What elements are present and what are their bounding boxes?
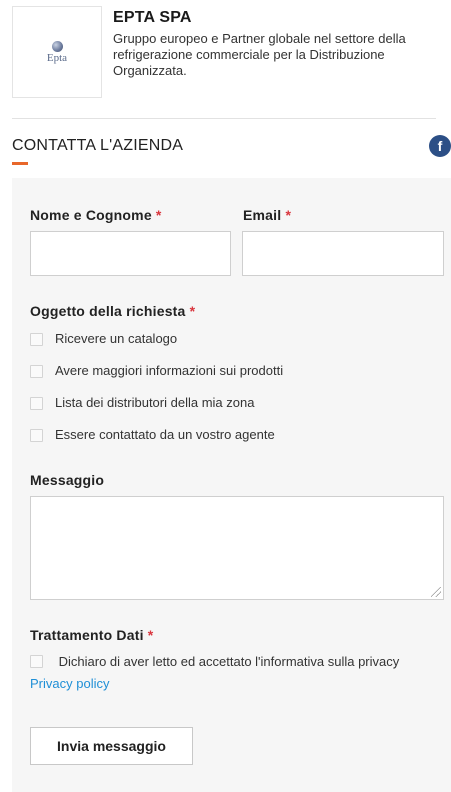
checkbox[interactable]: [30, 333, 43, 346]
name-input[interactable]: [30, 231, 231, 276]
submit-button[interactable]: Invia messaggio: [30, 727, 193, 765]
message-label: Messaggio: [30, 472, 105, 488]
subject-option[interactable]: Lista dei distributori della mia zona: [30, 395, 254, 410]
privacy-label-text: Trattamento Dati: [30, 627, 144, 643]
privacy-checkbox[interactable]: [30, 655, 43, 669]
privacy-policy-link[interactable]: Privacy policy: [30, 676, 109, 691]
privacy-consent[interactable]: Dichiaro di aver letto ed accettato l'in…: [30, 651, 430, 695]
name-label-text: Nome e Cognome: [30, 207, 152, 223]
subject-label-text: Oggetto della richiesta: [30, 303, 186, 319]
subject-option[interactable]: Avere maggiori informazioni sui prodotti: [30, 363, 283, 378]
subject-option[interactable]: Essere contattato da un vostro agente: [30, 427, 275, 442]
resize-handle[interactable]: [431, 587, 441, 597]
company-header: Epta EPTA SPA Gruppo europeo e Partner g…: [12, 6, 442, 98]
company-description: Gruppo europeo e Partner globale nel set…: [113, 31, 406, 78]
required-mark: *: [285, 207, 292, 223]
required-mark: *: [147, 627, 154, 643]
subject-option-label: Essere contattato da un vostro agente: [55, 427, 275, 442]
company-logo[interactable]: Epta: [12, 6, 102, 98]
subject-option-label: Lista dei distributori della mia zona: [55, 395, 255, 410]
section-title: CONTATTA L'AZIENDA: [12, 137, 184, 154]
email-label-text: Email: [243, 207, 282, 223]
subject-option-label: Ricevere un catalogo: [55, 331, 178, 346]
facebook-icon[interactable]: f: [429, 135, 451, 157]
privacy-statement: Dichiaro di aver letto ed accettato l'in…: [58, 654, 400, 669]
required-mark: *: [189, 303, 196, 319]
name-label: Nome e Cognome *: [30, 207, 162, 223]
title-accent-bar: [12, 162, 28, 165]
subject-option[interactable]: Ricevere un catalogo: [30, 331, 177, 346]
message-textarea[interactable]: [30, 496, 444, 600]
logo-text: Epta: [46, 51, 68, 64]
email-label: Email *: [243, 207, 291, 223]
checkbox[interactable]: [30, 365, 43, 378]
divider: [12, 118, 436, 119]
company-name[interactable]: EPTA SPA: [113, 9, 192, 27]
subject-label: Oggetto della richiesta *: [30, 303, 195, 319]
checkbox[interactable]: [30, 397, 43, 410]
privacy-label: Trattamento Dati *: [30, 627, 153, 643]
globe-icon: [51, 40, 63, 52]
required-mark: *: [155, 207, 162, 223]
privacy-consent-text: Dichiaro di aver letto ed accettato l'in…: [30, 651, 430, 695]
checkbox[interactable]: [30, 429, 43, 442]
email-input[interactable]: [242, 231, 444, 276]
subject-option-label: Avere maggiori informazioni sui prodotti: [55, 363, 284, 378]
